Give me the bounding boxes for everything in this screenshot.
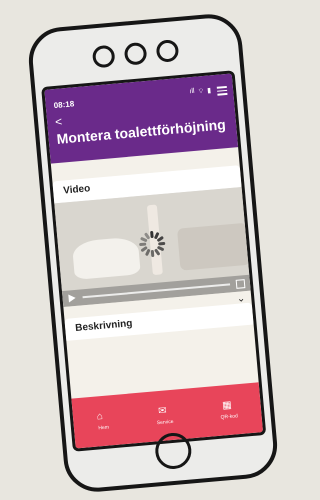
description-section-label[interactable]: Beskrivning: [64, 302, 254, 341]
nav-label: Hem: [98, 424, 110, 431]
qr-icon: ▦: [221, 399, 233, 412]
nav-label: Service: [156, 418, 174, 426]
back-icon[interactable]: <: [55, 114, 63, 129]
video-progress-track[interactable]: [82, 283, 231, 299]
status-icons: ıll ⌔ ▮: [189, 86, 211, 97]
video-player[interactable]: [54, 187, 251, 308]
nav-label: QR-kod: [220, 412, 239, 421]
video-frame-detail: [71, 236, 141, 280]
video-controls: [61, 274, 251, 308]
phone-frame: 08:18 ıll ⌔ ▮ < Montera toalettförhöjnin…: [26, 11, 280, 495]
wifi-icon: ⌔: [197, 87, 205, 96]
status-time: 08:18: [53, 99, 75, 111]
header-bar: 08:18 ıll ⌔ ▮ < Montera toalettförhöjnin…: [44, 73, 239, 164]
camera-dots: [32, 34, 239, 74]
signal-icon: ıll: [189, 87, 195, 96]
play-icon[interactable]: [68, 293, 76, 303]
home-icon: ⌂: [96, 410, 104, 423]
nav-item-service[interactable]: ✉ Service: [155, 404, 174, 426]
video-frame-detail: [176, 222, 251, 271]
battery-icon: ▮: [206, 87, 212, 95]
menu-icon[interactable]: [216, 84, 228, 97]
dot: [155, 39, 180, 63]
dot: [91, 44, 116, 69]
loading-spinner-icon: [138, 230, 166, 258]
nav-item-home[interactable]: ⌂ Hem: [96, 411, 110, 431]
nav-item-qr[interactable]: ▦ QR-kod: [219, 399, 239, 421]
mail-icon: ✉: [157, 404, 168, 417]
fullscreen-icon[interactable]: [235, 279, 246, 289]
dot: [123, 41, 148, 66]
screen: 08:18 ıll ⌔ ▮ < Montera toalettförhöjnin…: [41, 70, 267, 452]
page-title: Montera toalettförhöjning: [55, 116, 227, 147]
